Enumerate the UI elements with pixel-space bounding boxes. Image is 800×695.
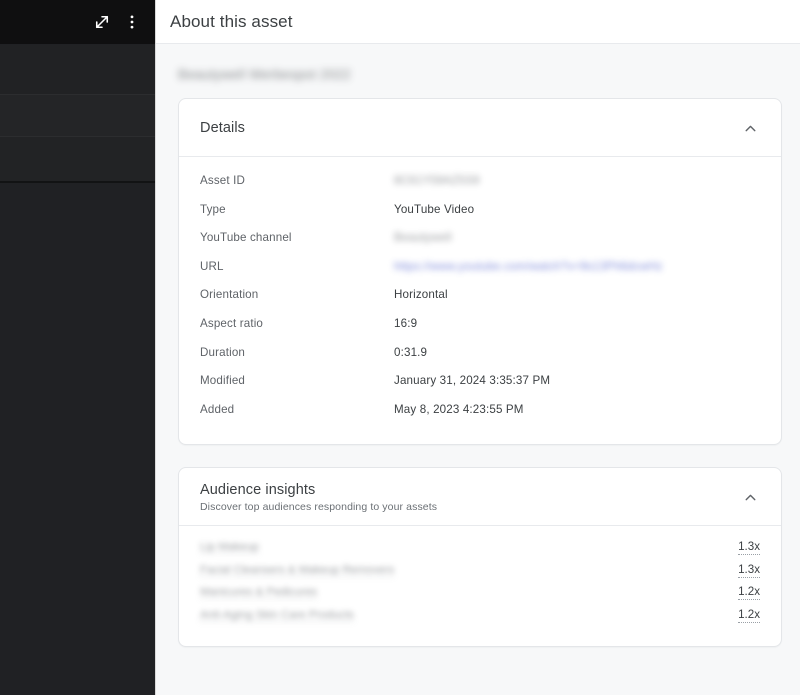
details-card-header[interactable]: Details <box>179 99 781 157</box>
app-root: About this asset Beautywell Werbespot 20… <box>0 0 800 695</box>
detail-row: Duration 0:31.9 <box>200 343 760 372</box>
preview-divider-2 <box>0 136 155 137</box>
asset-title-container: Beautywell Werbespot 2022 <box>156 44 800 98</box>
about-asset-panel: About this asset Beautywell Werbespot 20… <box>156 0 800 695</box>
detail-row: YouTube channel Beautywell <box>200 228 760 257</box>
audience-index-value[interactable]: 1.2x <box>738 608 760 623</box>
detail-value: YouTube Video <box>394 202 475 216</box>
expand-diagonal-icon[interactable] <box>87 7 117 37</box>
preview-divider-1 <box>0 94 155 95</box>
more-vert-icon[interactable] <box>117 7 147 37</box>
detail-value-container: https://www.youtube.com/watch?v=9s13Ph6d… <box>394 257 760 275</box>
detail-value: 0:31.9 <box>394 345 428 359</box>
detail-value: 16:9 <box>394 316 418 330</box>
panel-header: About this asset <box>156 0 800 44</box>
detail-value-container: January 31, 2024 3:35:37 PM <box>394 371 760 389</box>
detail-label: Modified <box>200 374 246 388</box>
audience-index-value[interactable]: 1.2x <box>738 585 760 601</box>
audience-index-value[interactable]: 1.3x <box>738 540 760 556</box>
preview-toolbar <box>0 0 155 44</box>
audience-insights-card: Audience insights Discover top audiences… <box>178 467 782 648</box>
details-card-body: Asset ID 8C61Y59AZ5S9 Type YouTube Video You… <box>179 157 781 444</box>
audience-row: Lip Makeup 1.3x <box>200 540 760 563</box>
audience-card-body: Lip Makeup 1.3x Facial Cleansers & Makeup … <box>179 526 781 646</box>
asset-name: Beautywell Werbespot 2022 <box>178 67 351 82</box>
detail-value: January 31, 2024 3:35:37 PM <box>394 374 551 388</box>
detail-row: URL https://www.youtube.com/watch?v=9s13P… <box>200 257 760 286</box>
audience-index-value[interactable]: 1.3x <box>738 563 760 578</box>
detail-value-container: 0:31.9 <box>394 343 760 361</box>
detail-row: Aspect ratio 16:9 <box>200 314 760 343</box>
detail-value-container: Beautywell <box>394 228 760 246</box>
detail-value: May 8, 2023 4:23:55 PM <box>394 402 524 416</box>
detail-label: Type <box>200 202 226 216</box>
audience-name[interactable]: Manicures & Pedicures <box>200 586 318 600</box>
audience-name[interactable]: Anti-Aging Skin Care Products <box>200 609 354 622</box>
audience-row: Facial Cleansers & Makeup Removers 1.3x <box>200 563 760 586</box>
audience-card-title: Audience insights <box>200 482 316 499</box>
asset-preview-panel <box>0 0 156 695</box>
preview-region-1 <box>0 45 155 94</box>
preview-region-2 <box>0 95 155 136</box>
audience-name[interactable]: Facial Cleansers & Makeup Removers <box>200 564 395 577</box>
detail-value-container: 8C61Y59AZ5S9 <box>394 171 760 189</box>
detail-value-container: Horizontal <box>394 285 760 303</box>
detail-value-container: YouTube Video <box>394 200 760 218</box>
detail-value: Beautywell <box>394 231 452 245</box>
detail-value-link[interactable]: https://www.youtube.com/watch?v=9s13Ph6d… <box>394 260 663 273</box>
panel-content: Beautywell Werbespot 2022 Details Asset … <box>156 44 800 695</box>
chevron-up-icon[interactable] <box>737 115 763 141</box>
detail-value-container: 16:9 <box>394 314 760 332</box>
audience-card-header[interactable]: Audience insights Discover top audiences… <box>179 468 781 527</box>
detail-row: Orientation Horizontal <box>200 285 760 314</box>
detail-label: Asset ID <box>200 174 246 187</box>
detail-label: Orientation <box>200 288 259 302</box>
detail-label: URL <box>200 259 224 273</box>
detail-label: Duration <box>200 345 246 359</box>
detail-row: Type YouTube Video <box>200 200 760 229</box>
preview-region-4 <box>0 183 155 695</box>
audience-row: Manicures & Pedicures 1.2x <box>200 585 760 608</box>
details-card: Details Asset ID 8C61Y59AZ5S9 Type YouTube … <box>178 98 782 446</box>
detail-row: Asset ID 8C61Y59AZ5S9 <box>200 171 760 200</box>
detail-label: Aspect ratio <box>200 316 264 330</box>
detail-value: 8C61Y59AZ5S9 <box>394 174 480 187</box>
detail-row: Modified January 31, 2024 3:35:37 PM <box>200 371 760 400</box>
detail-row: Added May 8, 2023 4:23:55 PM <box>200 400 760 429</box>
audience-name[interactable]: Lip Makeup <box>200 541 259 555</box>
detail-label: Added <box>200 402 235 416</box>
detail-value-container: May 8, 2023 4:23:55 PM <box>394 400 760 418</box>
details-card-title: Details <box>200 120 246 136</box>
preview-divider-3 <box>0 181 155 183</box>
detail-value: Horizontal <box>394 288 448 302</box>
chevron-up-icon[interactable] <box>737 485 763 511</box>
page-title: About this asset <box>170 11 293 31</box>
audience-row: Anti-Aging Skin Care Products 1.2x <box>200 608 760 631</box>
audience-card-subtitle: Discover top audiences responding to you… <box>200 501 438 514</box>
detail-label: YouTube channel <box>200 231 292 245</box>
preview-region-3 <box>0 137 155 181</box>
